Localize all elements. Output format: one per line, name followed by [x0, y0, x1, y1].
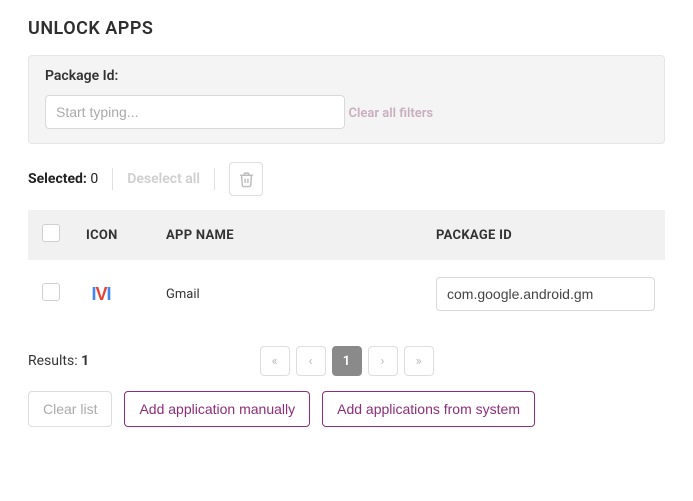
divider: [214, 168, 215, 190]
deselect-all-button[interactable]: Deselect all: [127, 171, 200, 187]
col-header-package-id: PACKAGE ID: [426, 210, 665, 261]
col-header-app-name: APP NAME: [156, 210, 426, 261]
col-header-icon: ICON: [76, 210, 156, 261]
filter-panel: Package Id: Clear all filters: [28, 55, 665, 144]
app-name-cell: Gmail: [156, 261, 426, 328]
results-label: Results:: [28, 353, 78, 369]
delete-selected-button[interactable]: [229, 162, 263, 196]
selected-count-label: Selected: 0: [28, 171, 98, 187]
clear-list-button[interactable]: Clear list: [28, 391, 112, 427]
package-id-cell-input[interactable]: [436, 277, 655, 311]
select-all-checkbox[interactable]: [42, 224, 60, 242]
trash-icon: [238, 171, 255, 188]
table-header-row: ICON APP NAME PACKAGE ID: [28, 210, 665, 261]
action-row: Clear list Add application manually Add …: [28, 391, 665, 427]
gmail-icon: IVI: [90, 283, 112, 305]
add-applications-from-system-button[interactable]: Add applications from system: [322, 391, 535, 427]
col-header-select: [28, 210, 76, 261]
page-next-button[interactable]: ›: [368, 346, 398, 376]
bottom-bar: Results: 1 « ‹ 1 › »: [28, 353, 665, 369]
page-prev-button[interactable]: ‹: [296, 346, 326, 376]
table-row: IVI Gmail: [28, 261, 665, 328]
page-title: UNLOCK APPS: [28, 18, 665, 39]
selected-label: Selected:: [28, 171, 87, 187]
package-id-input[interactable]: [45, 95, 345, 129]
page-number-button[interactable]: 1: [332, 346, 362, 376]
add-application-manually-button[interactable]: Add application manually: [124, 391, 310, 427]
selection-bar: Selected: 0 Deselect all: [28, 162, 665, 196]
divider: [112, 168, 113, 190]
pagination: « ‹ 1 › »: [260, 346, 434, 376]
results-number: 1: [81, 353, 89, 369]
page-last-button[interactable]: »: [404, 346, 434, 376]
filter-label-package-id: Package Id:: [45, 68, 648, 84]
results-count: Results: 1: [28, 353, 89, 369]
selected-count: 0: [90, 171, 98, 187]
row-checkbox[interactable]: [42, 283, 60, 301]
apps-table: ICON APP NAME PACKAGE ID IVI Gmail: [28, 210, 665, 327]
page-first-button[interactable]: «: [260, 346, 290, 376]
clear-all-filters-link[interactable]: Clear all filters: [348, 106, 433, 121]
